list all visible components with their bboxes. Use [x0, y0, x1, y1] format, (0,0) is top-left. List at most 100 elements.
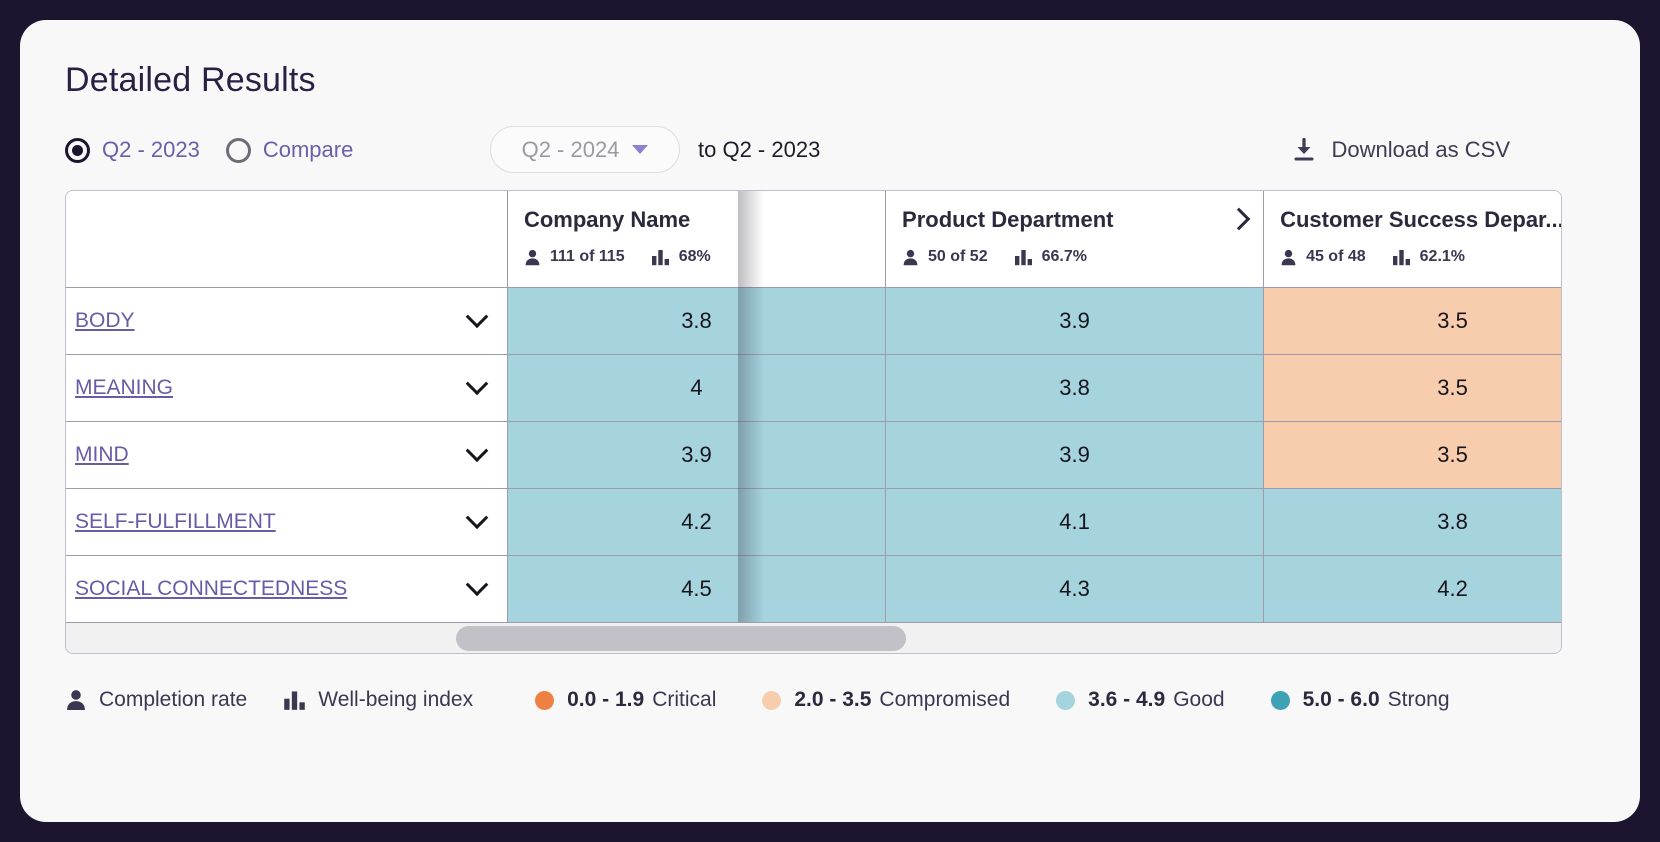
radio-option-q2-2023[interactable]: Q2 - 2023: [65, 137, 200, 163]
row-label-cell-social-connectedness: SOCIAL CONNECTEDNESS: [66, 556, 507, 623]
cell-meaning-customer-success-department: 3.5: [1264, 355, 1562, 422]
row-link-mind[interactable]: MIND: [75, 443, 129, 467]
header-completion-company-name: 111 of 115: [550, 248, 625, 266]
table-row: SELF-FULFILLMENT 4.2 4.1 3.8: [66, 489, 1562, 556]
radio-label-q2-2023: Q2 - 2023: [102, 137, 200, 163]
table-row: BODY 3.8 3.9 3.5: [66, 288, 1562, 355]
header-cell-product-department: Product Department 50 of 52: [886, 191, 1264, 288]
period-dropdown[interactable]: Q2 - 2024: [490, 126, 680, 173]
header-cell-blank: [66, 191, 507, 288]
table-header-row: Company Name 111 of 115: [66, 191, 1562, 288]
expand-row-meaning-icon[interactable]: [466, 372, 489, 395]
expand-row-social-connectedness-icon[interactable]: [466, 573, 489, 596]
expand-row-self-fulfillment-icon[interactable]: [466, 506, 489, 529]
bar-chart-icon: [283, 690, 306, 711]
cell-self-fulfillment-product-department: 4.1: [886, 489, 1264, 556]
bar-chart-icon: [651, 249, 670, 266]
header-index-company-name: 68%: [679, 248, 711, 266]
cell-body-product-department: 3.9: [886, 288, 1264, 355]
radio-unselected-icon: [226, 138, 251, 163]
controls-row: Q2 - 2023 Compare Q2 - 2024 to Q2 - 2023: [65, 128, 1640, 172]
page-title: Detailed Results: [65, 58, 1640, 102]
legend-scale-good: 3.6 - 4.9 Good: [1056, 688, 1224, 712]
cell-social-connectedness-company-name: 4.5: [507, 556, 885, 623]
header-completion-customer-success-department: 45 of 48: [1306, 248, 1366, 266]
legend-word-critical: Critical: [652, 688, 716, 712]
cell-mind-customer-success-department: 3.5: [1264, 422, 1562, 489]
legend-range-good: 3.6 - 4.9: [1088, 688, 1165, 712]
cell-mind-product-department: 3.9: [886, 422, 1264, 489]
row-label-cell-mind: MIND: [66, 422, 507, 489]
header-index-product-department: 66.7%: [1042, 248, 1087, 266]
period-dropdown-value: Q2 - 2024: [522, 137, 620, 163]
row-link-self-fulfillment[interactable]: SELF-FULFILLMENT: [75, 510, 276, 534]
header-completion-product-department: 50 of 52: [928, 248, 988, 266]
critical-color-swatch: [535, 691, 554, 710]
comparison-to-label: to Q2 - 2023: [698, 128, 820, 172]
cell-body-customer-success-department: 3.5: [1264, 288, 1562, 355]
person-icon: [1280, 249, 1297, 266]
download-csv-label: Download as CSV: [1331, 137, 1510, 163]
results-table: Company Name 111 of 115: [66, 191, 1562, 622]
cell-social-connectedness-product-department: 4.3: [886, 556, 1264, 623]
person-icon: [524, 249, 541, 266]
legend-scale-critical: 0.0 - 1.9 Critical: [535, 688, 716, 712]
header-index-customer-success-department: 62.1%: [1420, 248, 1465, 266]
expand-row-mind-icon[interactable]: [466, 439, 489, 462]
row-label-cell-body: BODY: [66, 288, 507, 355]
cell-meaning-product-department: 3.8: [886, 355, 1264, 422]
download-icon: [1291, 137, 1317, 163]
cell-body-company-name: 3.8: [507, 288, 885, 355]
person-icon: [902, 249, 919, 266]
table-row: SOCIAL CONNECTEDNESS 4.5 4.3 4.2: [66, 556, 1562, 623]
legend-word-strong: Strong: [1388, 688, 1450, 712]
legend-range-compromised: 2.0 - 3.5: [794, 688, 871, 712]
legend-completion-rate: Completion rate: [65, 688, 247, 712]
header-cell-customer-success-department: Customer Success Depar... 45 of 48: [1264, 191, 1562, 288]
header-title-company-name: Company Name: [524, 207, 871, 233]
table-header: Company Name 111 of 115: [66, 191, 1562, 288]
legend-range-strong: 5.0 - 6.0: [1303, 688, 1380, 712]
row-label-cell-self-fulfillment: SELF-FULFILLMENT: [66, 489, 507, 556]
legend-scale-strong: 5.0 - 6.0 Strong: [1271, 688, 1450, 712]
table-row: MEANING 4 3.8 3.5: [66, 355, 1562, 422]
legend-scale-compromised: 2.0 - 3.5 Compromised: [762, 688, 1010, 712]
radio-option-compare[interactable]: Compare: [226, 137, 353, 163]
cell-meaning-company-name: 4: [507, 355, 885, 422]
bar-chart-icon: [1392, 249, 1411, 266]
legend-word-compromised: Compromised: [879, 688, 1010, 712]
cell-self-fulfillment-customer-success-department: 3.8: [1264, 489, 1562, 556]
row-label-cell-meaning: MEANING: [66, 355, 507, 422]
row-link-meaning[interactable]: MEANING: [75, 376, 173, 400]
radio-label-compare: Compare: [263, 137, 353, 163]
results-table-container: Company Name 111 of 115: [65, 190, 1562, 654]
legend-completion-rate-label: Completion rate: [99, 688, 247, 712]
legend-wellbeing-index-label: Well-being index: [318, 688, 473, 712]
expand-row-body-icon[interactable]: [466, 305, 489, 328]
bar-chart-icon: [1014, 249, 1033, 266]
row-link-social-connectedness[interactable]: SOCIAL CONNECTEDNESS: [75, 577, 347, 601]
legend-range-critical: 0.0 - 1.9: [567, 688, 644, 712]
horizontal-scrollbar[interactable]: [66, 622, 1561, 653]
legend-wellbeing-index: Well-being index: [283, 688, 473, 712]
compromised-color-swatch: [762, 691, 781, 710]
table-body: BODY 3.8 3.9 3.5: [66, 288, 1562, 623]
good-color-swatch: [1056, 691, 1075, 710]
horizontal-scrollbar-thumb[interactable]: [456, 626, 906, 651]
cell-self-fulfillment-company-name: 4.2: [507, 489, 885, 556]
table-row: MIND 3.9 3.9 3.5: [66, 422, 1562, 489]
cell-social-connectedness-customer-success-department: 4.2: [1264, 556, 1562, 623]
person-icon: [65, 689, 87, 711]
row-link-body[interactable]: BODY: [75, 309, 135, 333]
download-csv-button[interactable]: Download as CSV: [1291, 128, 1510, 172]
strong-color-swatch: [1271, 691, 1290, 710]
legend-word-good: Good: [1173, 688, 1224, 712]
header-title-product-department: Product Department: [902, 207, 1249, 233]
legend: Completion rate Well-being index 0.0 - 1…: [65, 680, 1640, 720]
chevron-down-icon: [632, 145, 648, 154]
period-radio-group: Q2 - 2023 Compare: [65, 128, 379, 172]
header-title-customer-success-department: Customer Success Depar...: [1280, 207, 1562, 233]
cell-mind-company-name: 3.9: [507, 422, 885, 489]
header-cell-company-name: Company Name 111 of 115: [507, 191, 885, 288]
radio-selected-icon: [65, 138, 90, 163]
